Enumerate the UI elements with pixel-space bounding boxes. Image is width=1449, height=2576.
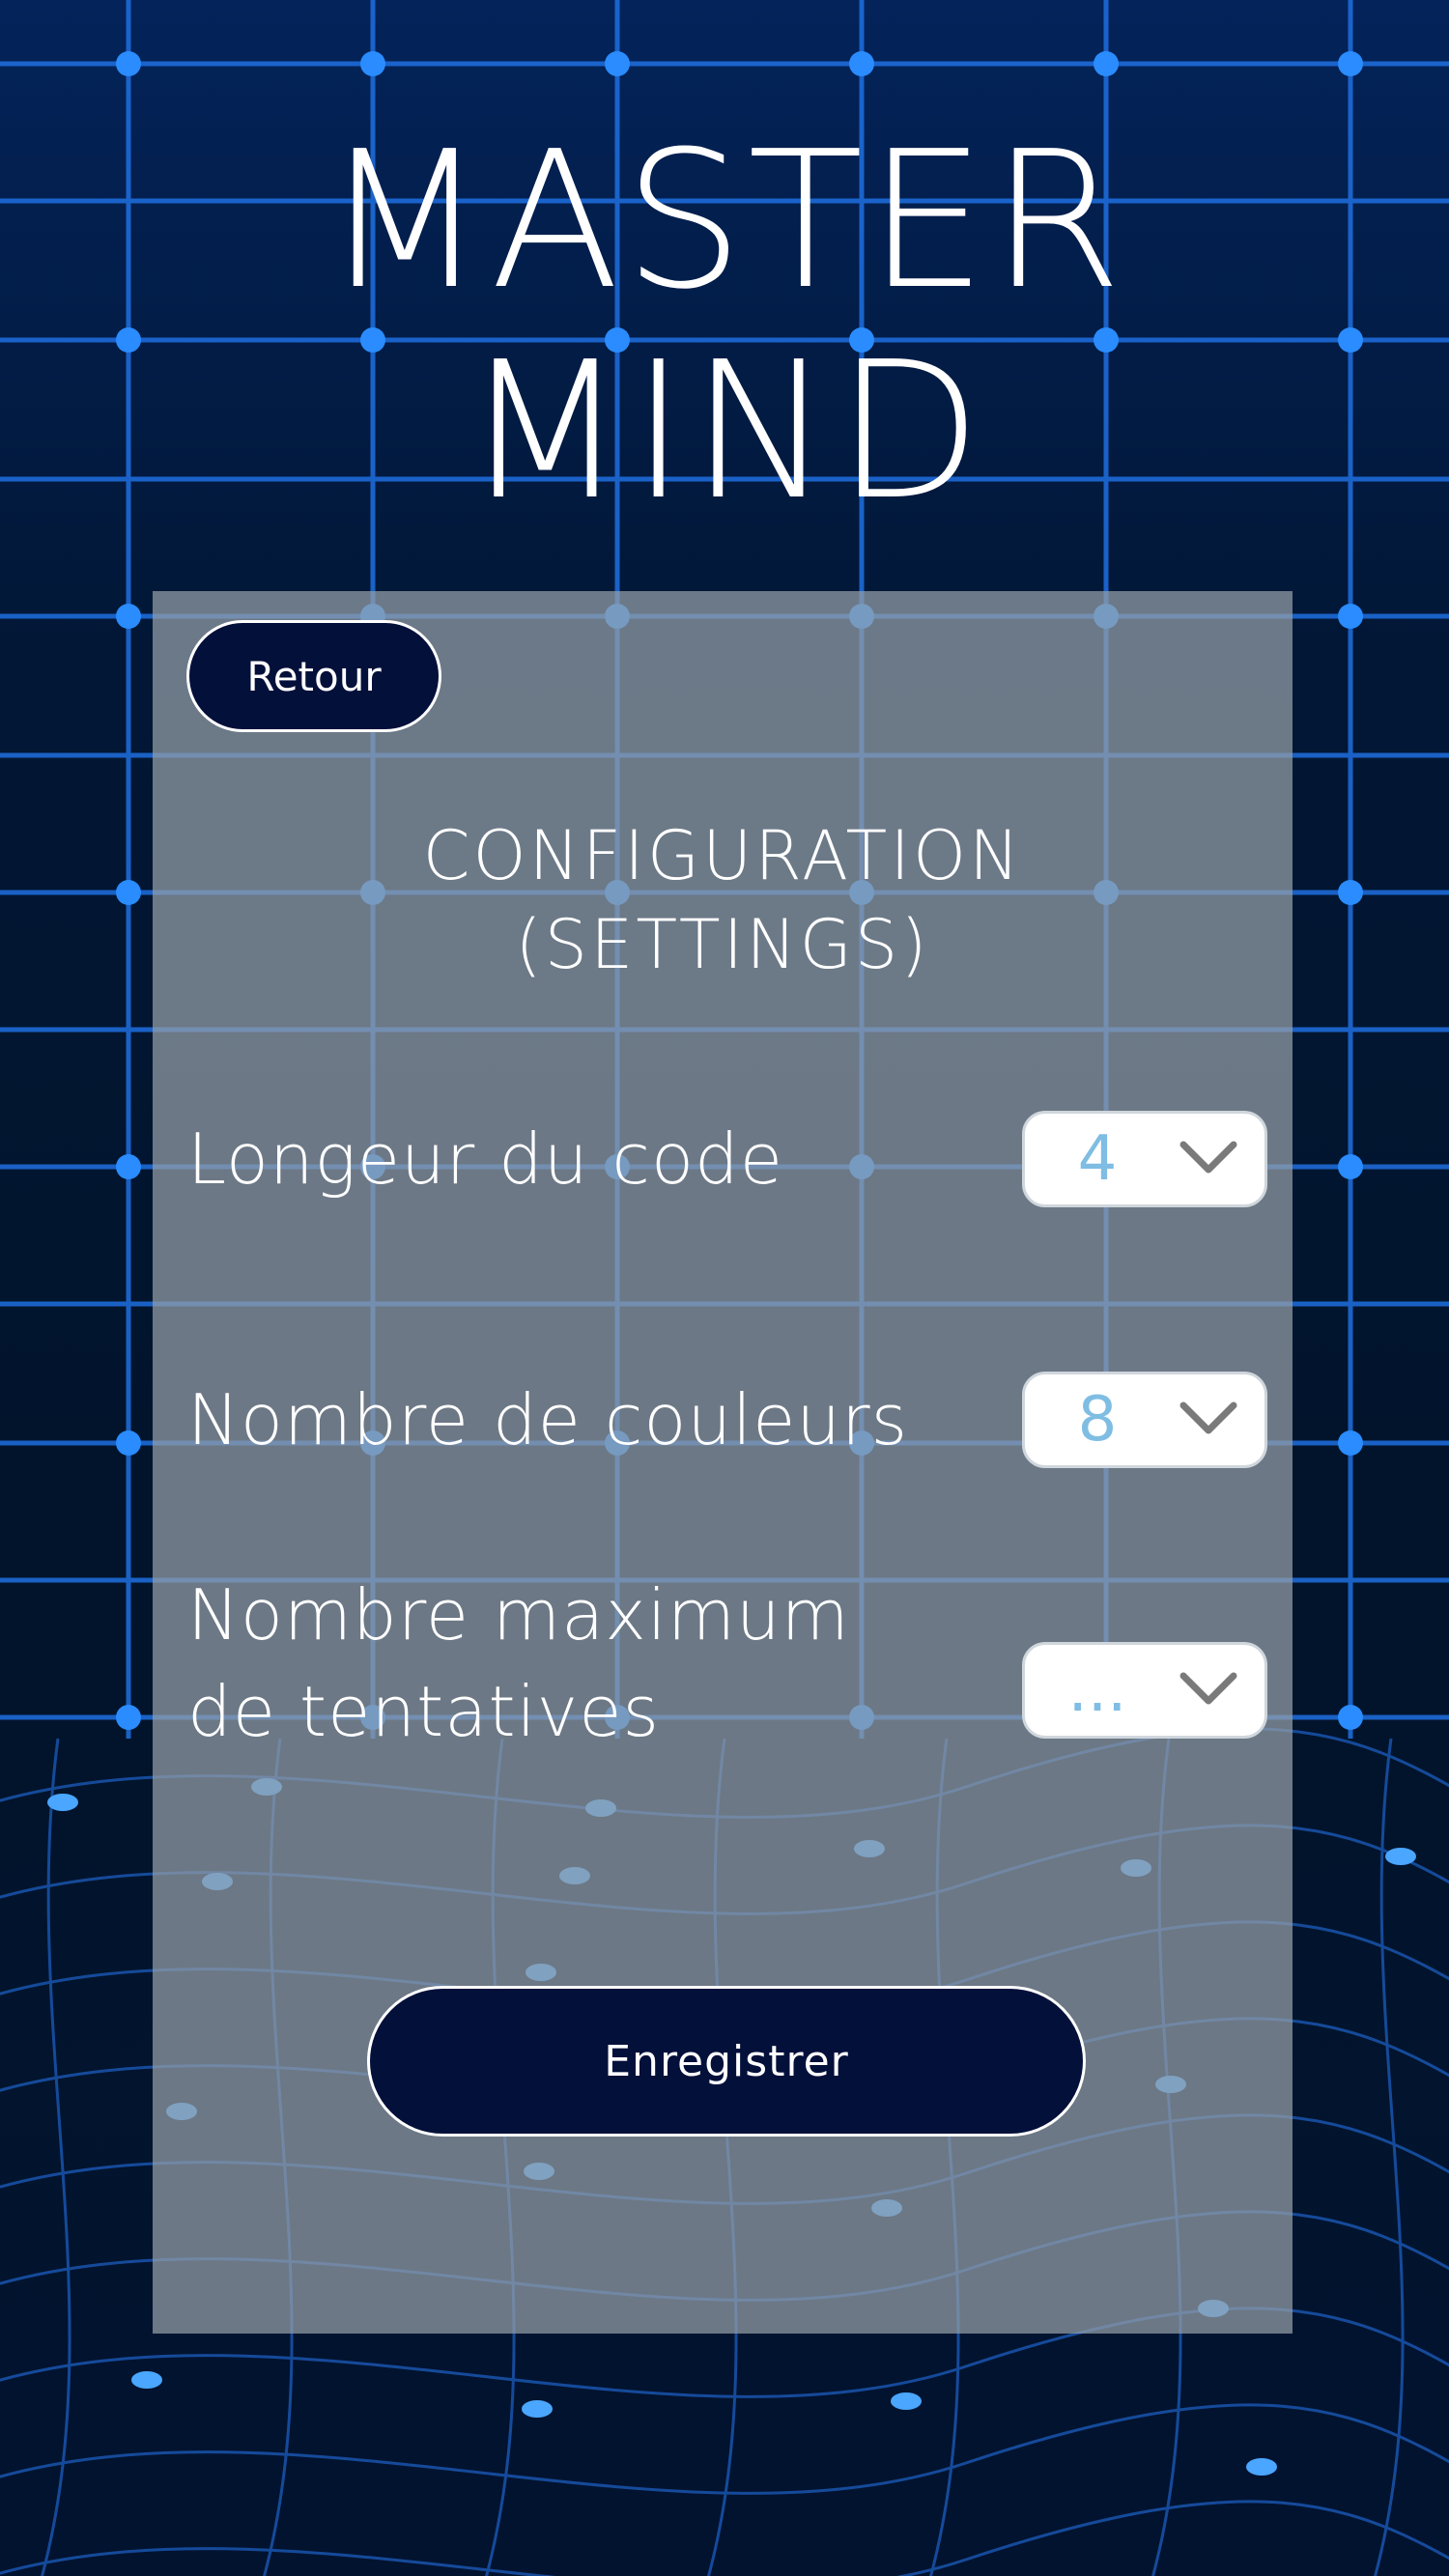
settings-heading-line-2: (SETTINGS) bbox=[515, 905, 930, 984]
grid-dot bbox=[1338, 880, 1363, 905]
grid-dot bbox=[360, 51, 385, 76]
settings-heading-line-1: CONFIGURATION bbox=[422, 816, 1023, 895]
grid-dot bbox=[116, 1154, 141, 1179]
wave-dot bbox=[1385, 1848, 1416, 1865]
chevron-down-icon bbox=[1179, 1401, 1237, 1434]
code-length-select[interactable]: 4 bbox=[1022, 1111, 1267, 1207]
app-title-line-1: MASTER bbox=[323, 111, 1126, 331]
back-button[interactable]: Retour bbox=[186, 620, 441, 732]
wave-dot bbox=[891, 2392, 922, 2410]
wave-dot bbox=[1246, 2458, 1277, 2476]
wave-dot bbox=[131, 2371, 162, 2389]
grid-dot bbox=[116, 604, 141, 629]
grid-dot bbox=[605, 51, 630, 76]
grid-dot bbox=[116, 1430, 141, 1456]
wave-dot bbox=[47, 1794, 78, 1811]
code-length-label: Longeur du code bbox=[187, 1118, 784, 1200]
max-attempts-label: Nombre maximum de tentatives bbox=[187, 1567, 850, 1760]
color-count-select[interactable]: 8 bbox=[1022, 1372, 1267, 1468]
chevron-down-icon bbox=[1179, 1141, 1237, 1174]
grid-dot bbox=[116, 880, 141, 905]
code-length-value: 4 bbox=[1077, 1123, 1118, 1195]
grid-dot bbox=[1338, 604, 1363, 629]
max-attempts-label-line-2: de tentatives bbox=[187, 1671, 661, 1752]
wave-dot bbox=[522, 2400, 553, 2418]
grid-dot bbox=[1338, 1154, 1363, 1179]
grid-dot bbox=[1094, 51, 1119, 76]
chevron-down-icon bbox=[1179, 1672, 1237, 1705]
max-attempts-label-line-1: Nombre maximum bbox=[187, 1574, 850, 1656]
max-attempts-value: ... bbox=[1067, 1655, 1127, 1726]
grid-dot bbox=[849, 51, 874, 76]
color-count-value: 8 bbox=[1077, 1384, 1118, 1456]
color-count-label: Nombre de couleurs bbox=[187, 1379, 909, 1460]
grid-dot bbox=[1338, 51, 1363, 76]
app-title: MASTER MIND bbox=[0, 116, 1449, 537]
settings-heading: CONFIGURATION (SETTINGS) bbox=[153, 811, 1293, 989]
grid-dot bbox=[1338, 1705, 1363, 1730]
app-title-line-2: MIND bbox=[463, 322, 986, 542]
max-attempts-select[interactable]: ... bbox=[1022, 1642, 1267, 1739]
save-button[interactable]: Enregistrer bbox=[367, 1986, 1086, 2137]
grid-dot bbox=[116, 1705, 141, 1730]
grid-dot bbox=[1338, 1430, 1363, 1456]
grid-dot bbox=[116, 51, 141, 76]
